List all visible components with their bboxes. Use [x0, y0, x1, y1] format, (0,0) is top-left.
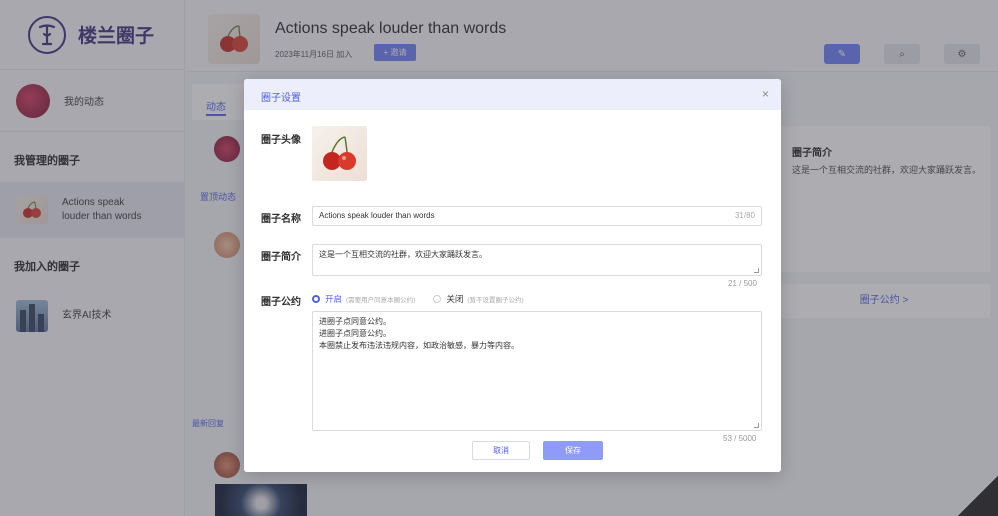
dialog-title: 圈子设置: [261, 93, 301, 104]
close-icon[interactable]: ×: [762, 87, 769, 101]
avatar-label: 圈子头像: [261, 135, 301, 146]
circle-intro-value: 这是一个互相交流的社群，欢迎大家踊跃发言。: [319, 250, 487, 259]
dialog-header: 圈子设置 ×: [244, 79, 781, 110]
rules-on-hint: (需要用户同意本圈公约): [346, 297, 416, 304]
radio-rules-on[interactable]: [312, 295, 320, 303]
intro-label: 圈子简介: [261, 252, 301, 263]
rules-line: 进圈子点同意公约。: [319, 317, 391, 326]
rules-line: 进圈子点同意公约。: [319, 329, 391, 338]
circle-avatar-upload[interactable]: [312, 126, 367, 181]
intro-char-count: 21 / 500: [728, 279, 757, 288]
circle-settings-dialog: 圈子设置 × 圈子头像 圈子名称 Actions speak louder th…: [244, 79, 781, 472]
name-label: 圈子名称: [261, 214, 301, 225]
rules-on-label[interactable]: 开启: [325, 293, 342, 305]
circle-rules-field[interactable]: 进圈子点同意公约。 进圈子点同意公约。 本圈禁止发布违法违规内容，如政治敏感，暴…: [312, 311, 762, 431]
resize-handle[interactable]: [754, 268, 759, 273]
rules-off-label[interactable]: 关闭: [446, 293, 463, 305]
circle-intro-field[interactable]: 这是一个互相交流的社群，欢迎大家踊跃发言。: [312, 244, 762, 276]
circle-name-value: Actions speak louder than words: [319, 211, 435, 220]
rules-label: 圈子公约: [261, 297, 301, 308]
circle-name-field[interactable]: Actions speak louder than words 31/80: [312, 206, 762, 226]
name-char-count: 31/80: [734, 211, 755, 220]
rules-line: 本圈禁止发布违法违规内容，如政治敏感，暴力等内容。: [319, 341, 519, 350]
rules-off-hint: (暂不设置圈子公约): [467, 297, 524, 304]
rules-toggle: 开启 (需要用户同意本圈公约) 关闭 (暂不设置圈子公约): [312, 293, 524, 305]
radio-rules-off[interactable]: [433, 295, 442, 303]
save-button[interactable]: 保存: [543, 441, 603, 460]
rules-char-count: 53 / 5000: [723, 434, 757, 443]
cancel-button[interactable]: 取消: [472, 441, 530, 460]
resize-handle[interactable]: [754, 423, 759, 428]
page-corner: [958, 476, 998, 516]
